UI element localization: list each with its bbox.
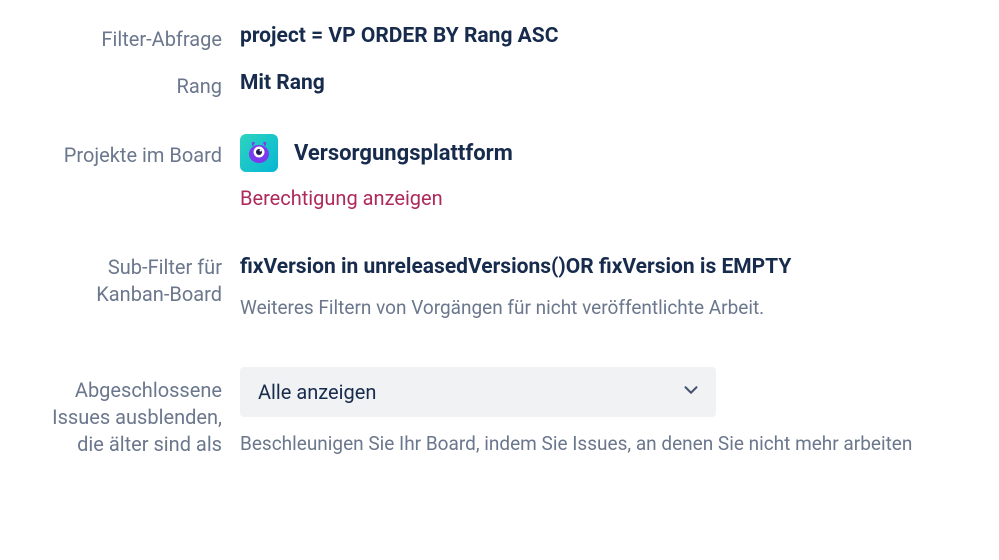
label-rank: Rang	[0, 69, 240, 100]
view-permission-link[interactable]: Berechtigung anzeigen	[240, 186, 443, 210]
value-sub-filter: fixVersion in unreleasedVersions()OR fix…	[240, 254, 999, 281]
project-name: Versorgungsplattform	[294, 141, 513, 166]
board-settings-form: Filter-Abfrage project = VP ORDER BY Ran…	[0, 0, 999, 458]
label-projects: Projekte im Board	[0, 134, 240, 169]
project-avatar-icon	[240, 134, 278, 172]
value-rank: Mit Rang	[240, 69, 999, 97]
row-rank: Rang Mit Rang	[0, 69, 999, 100]
avatar-monster-icon	[246, 140, 272, 166]
value-filter-query: project = VP ORDER BY Rang ASC	[240, 22, 999, 50]
sub-filter-helper: Weiteres Filtern von Vorgängen für nicht…	[240, 295, 999, 321]
dropdown-selected-text: Alle anzeigen	[258, 380, 376, 404]
row-hide-completed: Abgeschlossene Issues ausblenden, die äl…	[0, 365, 999, 458]
project-entry: Versorgungsplattform	[240, 134, 999, 172]
label-sub-filter: Sub-Filter für Kanban-Board	[0, 254, 240, 308]
hide-completed-helper: Beschleunigen Sie Ihr Board, indem Sie I…	[240, 431, 999, 457]
row-projects: Projekte im Board Versorgungsplattform B…	[0, 134, 999, 210]
label-hide-completed: Abgeschlossene Issues ausblenden, die äl…	[0, 365, 240, 458]
row-filter-query: Filter-Abfrage project = VP ORDER BY Ran…	[0, 22, 999, 53]
hide-completed-dropdown[interactable]: Alle anzeigen	[240, 367, 716, 417]
chevron-down-icon	[680, 379, 702, 405]
label-filter-query: Filter-Abfrage	[0, 22, 240, 53]
row-sub-filter: Sub-Filter für Kanban-Board fixVersion i…	[0, 254, 999, 321]
